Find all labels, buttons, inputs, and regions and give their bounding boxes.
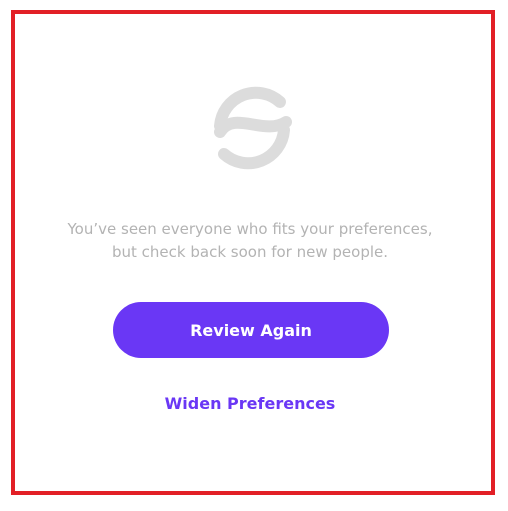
empty-state-message: You’ve seen everyone who fits your prefe… bbox=[67, 220, 433, 261]
review-again-button[interactable]: Review Again bbox=[113, 302, 389, 358]
widen-preferences-link[interactable]: Widen Preferences bbox=[150, 394, 350, 413]
swap-circle-icon bbox=[214, 86, 292, 170]
